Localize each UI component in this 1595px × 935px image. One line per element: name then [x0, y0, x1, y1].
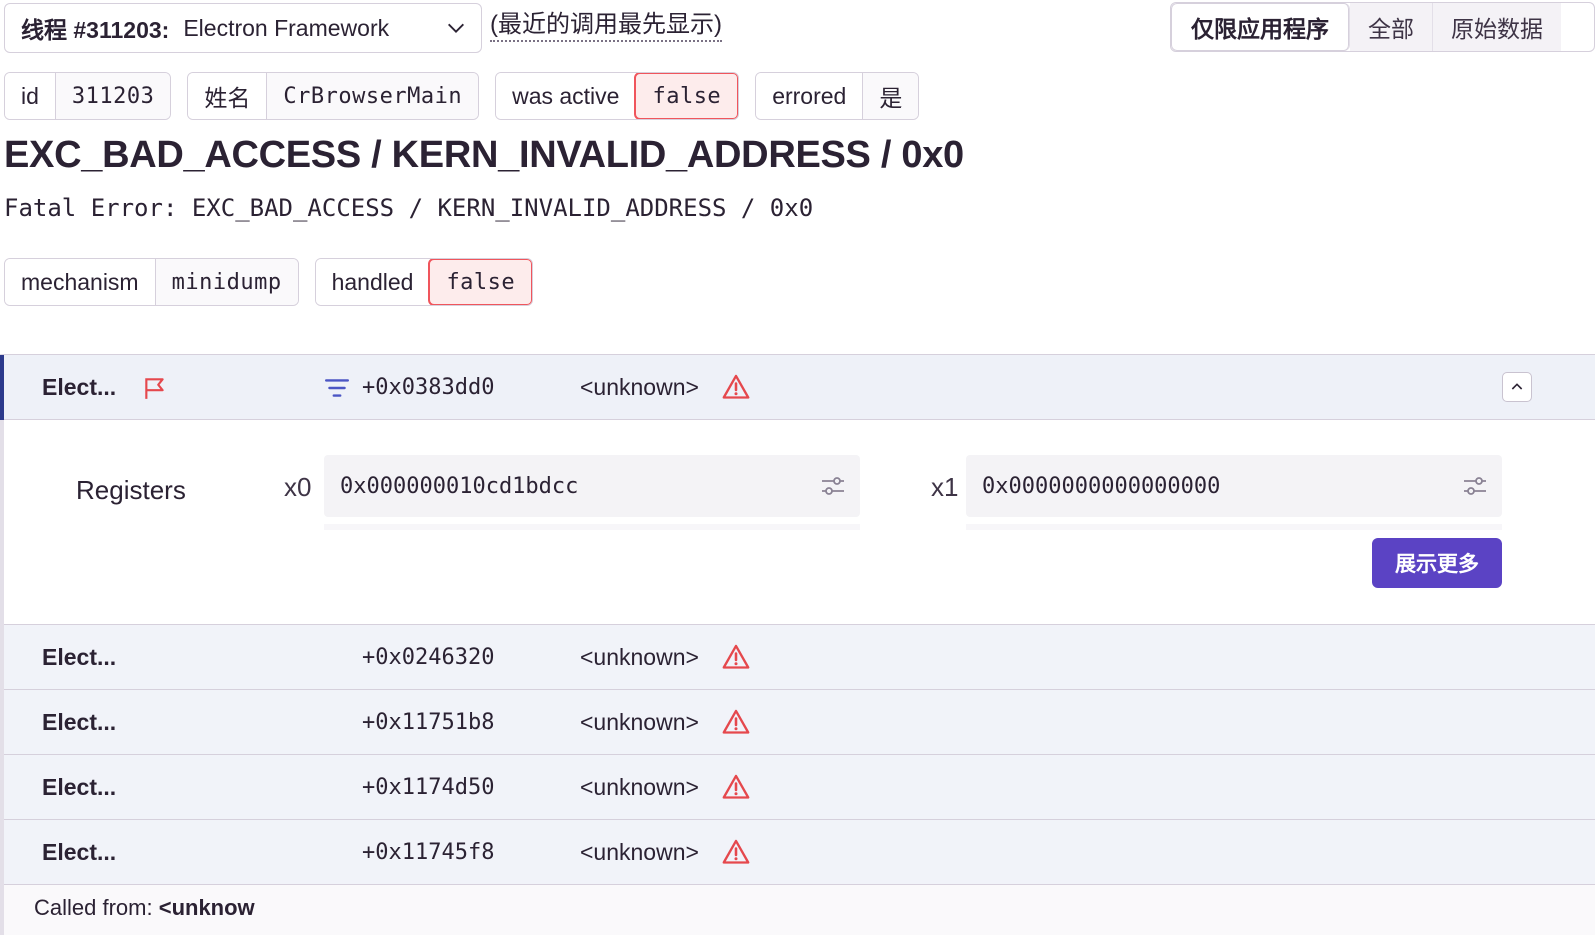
toggle-raw[interactable]: 原始数据 [1433, 3, 1561, 51]
tag-key: errored [756, 73, 863, 119]
frame-address: +0x11745f8 [362, 839, 495, 865]
tag-id[interactable]: id 311203 [4, 72, 172, 120]
frame-row[interactable]: Elect... +0x0383dd0 <unknown> [0, 355, 1595, 420]
frame-row[interactable]: Elect... +0x1174d50 <unknown> [4, 755, 1595, 820]
frame-function: Elect... [42, 643, 117, 670]
tag-key: was active [496, 73, 636, 119]
frame-row[interactable]: Elect... +0x11751b8 <unknown> [4, 690, 1595, 755]
frame-address: +0x1174d50 [362, 774, 495, 800]
frame-function: Elect... [42, 708, 117, 735]
tag-key: id [5, 73, 55, 119]
frame-symbol: <unknown> [580, 373, 699, 400]
stack-frames: Elect... +0x0383dd0 <unknown> Registers … [0, 354, 1595, 935]
tag-key: handled [315, 259, 430, 305]
tag-handled[interactable]: handled false [314, 258, 534, 306]
called-from-value: <unknow [158, 895, 255, 920]
view-toggle: 仅限应用程序 全部 原始数据 [1170, 2, 1595, 52]
called-from-label: Called from: [34, 895, 159, 920]
frame-symbol: <unknown> [580, 643, 699, 670]
warning-icon [722, 839, 750, 864]
sliders-icon[interactable] [1462, 474, 1488, 498]
chevron-up-icon [1511, 383, 1523, 390]
tag-value: 是 [862, 73, 919, 119]
tag-value: minidump [154, 259, 298, 305]
collapse-button[interactable] [1502, 372, 1532, 402]
frame-function: Elect... [42, 773, 117, 800]
exception-title: EXC_BAD_ACCESS / KERN_INVALID_ADDRESS / … [4, 134, 964, 176]
tag-mechanism[interactable]: mechanism minidump [4, 258, 299, 306]
frame-row[interactable]: Elect... +0x11745f8 <unknown> [4, 820, 1595, 885]
register-name: x1 [931, 472, 959, 502]
frame-function: Elect... [42, 838, 117, 865]
thread-selector[interactable]: 线程 #311203: Electron Framework [4, 3, 482, 53]
tag-was-active[interactable]: was active false [495, 72, 740, 120]
chevron-down-icon [448, 23, 464, 33]
thread-label: 线程 #311203: [21, 17, 170, 43]
flag-icon [145, 378, 164, 399]
frame-row[interactable]: Elect... +0x0246320 <unknown> [4, 625, 1595, 690]
warning-icon [722, 709, 750, 734]
tag-value: CrBrowserMain [266, 73, 479, 119]
exception-subtitle: Fatal Error: EXC_BAD_ACCESS / KERN_INVAL… [4, 194, 814, 222]
register-value-x0[interactable]: 0x000000010cd1bdcc [324, 455, 860, 517]
register-value: 0x000000010cd1bdcc [340, 473, 579, 499]
register-divider [324, 524, 860, 530]
register-value: 0x0000000000000000 [982, 473, 1221, 499]
tag-value: 311203 [54, 73, 171, 119]
tag-key: mechanism [5, 259, 155, 305]
frame-address: +0x0246320 [362, 644, 495, 670]
thread-value: Electron Framework [183, 14, 390, 41]
frame-address: +0x11751b8 [362, 709, 495, 735]
show-more-button[interactable]: 展示更多 [1372, 538, 1502, 588]
active-frame-indicator [0, 355, 4, 420]
warning-icon [722, 374, 750, 399]
tag-value: false [634, 73, 739, 119]
frame-symbol: <unknown> [580, 838, 699, 865]
thread-tags: id 311203 姓名 CrBrowserMain was active fa… [4, 72, 920, 120]
frame-address: +0x0383dd0 [362, 374, 495, 400]
toggle-all[interactable]: 全部 [1350, 3, 1433, 51]
tag-value: false [428, 259, 533, 305]
registers-panel: Registers x0 0x000000010cd1bdcc x1 0x000… [4, 420, 1595, 625]
toggle-app-only[interactable]: 仅限应用程序 [1171, 3, 1350, 51]
warning-icon [722, 774, 750, 799]
frame-function: Elect... [42, 373, 117, 400]
warning-icon [722, 644, 750, 669]
stack-order-toggle[interactable]: (最近的调用最先显示) [490, 10, 722, 42]
register-value-x1[interactable]: 0x0000000000000000 [966, 455, 1502, 517]
tag-name[interactable]: 姓名 CrBrowserMain [187, 72, 480, 120]
tag-key: 姓名 [188, 73, 267, 119]
mechanism-tags: mechanism minidump handled false [4, 258, 534, 306]
register-divider [966, 524, 1502, 530]
called-from-text: Called from: <unknow [34, 895, 255, 921]
register-name: x0 [284, 472, 312, 502]
sliders-icon[interactable] [820, 474, 846, 498]
registers-label: Registers [76, 475, 186, 505]
frame-symbol: <unknown> [580, 708, 699, 735]
tag-errored[interactable]: errored 是 [755, 72, 920, 120]
called-from-row[interactable]: Called from: <unknow [4, 885, 1595, 935]
frame-symbol: <unknown> [580, 773, 699, 800]
filter-icon[interactable] [324, 375, 350, 401]
